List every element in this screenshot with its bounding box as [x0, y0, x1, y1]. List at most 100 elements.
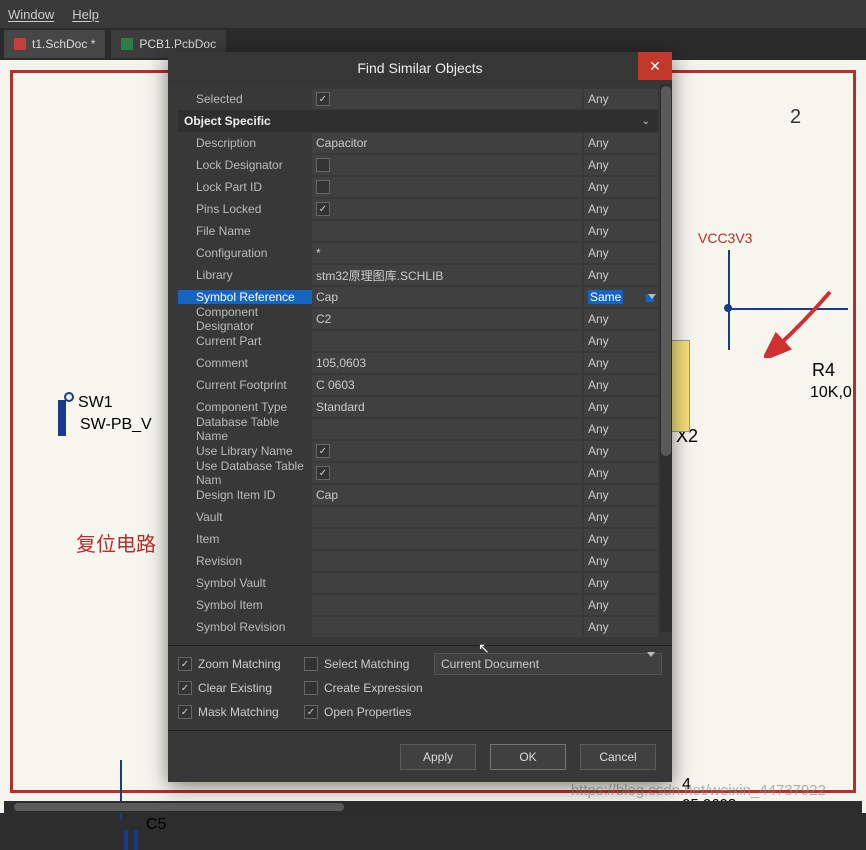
match-dropdown[interactable]: Any [584, 573, 658, 593]
property-value[interactable]: * [312, 243, 582, 263]
property-value[interactable] [312, 617, 582, 637]
match-dropdown[interactable]: Any [584, 397, 658, 417]
menu-window[interactable]: Window [8, 7, 54, 22]
property-row[interactable]: VaultAny [178, 506, 658, 528]
property-row[interactable]: Current PartAny [178, 330, 658, 352]
match-dropdown[interactable]: Any [584, 551, 658, 571]
property-value[interactable]: Capacitor [312, 133, 582, 153]
mask-matching-option[interactable]: Mask Matching [178, 705, 296, 719]
property-row[interactable]: Lock DesignatorAny [178, 154, 658, 176]
property-row[interactable]: ItemAny [178, 528, 658, 550]
match-dropdown[interactable]: Any [584, 485, 658, 505]
property-value[interactable]: Standard [312, 397, 582, 417]
clear-existing-option[interactable]: Clear Existing [178, 681, 296, 695]
property-row[interactable]: Database Table NameAny [178, 418, 658, 440]
property-value[interactable] [312, 441, 582, 461]
property-row[interactable]: SelectedAny [178, 88, 658, 110]
property-value[interactable] [312, 419, 582, 439]
match-dropdown[interactable]: Any [584, 441, 658, 461]
property-value[interactable]: Cap [312, 485, 582, 505]
property-row[interactable]: Pins LockedAny [178, 198, 658, 220]
property-value[interactable] [312, 463, 582, 483]
property-row[interactable]: RevisionAny [178, 550, 658, 572]
match-dropdown[interactable]: Any [584, 529, 658, 549]
match-dropdown[interactable]: Any [584, 89, 658, 109]
checkbox-icon[interactable] [304, 657, 318, 671]
property-value[interactable] [312, 221, 582, 241]
open-properties-option[interactable]: Open Properties [304, 705, 422, 719]
match-dropdown[interactable]: Any [584, 595, 658, 615]
property-row[interactable]: DescriptionCapacitorAny [178, 132, 658, 154]
property-value[interactable] [312, 595, 582, 615]
vertical-scrollbar[interactable] [660, 84, 672, 632]
checkbox-icon[interactable] [178, 705, 192, 719]
checkbox-icon[interactable] [316, 158, 330, 172]
match-dropdown[interactable]: Any [584, 221, 658, 241]
property-value[interactable] [312, 507, 582, 527]
checkbox-icon[interactable] [316, 444, 330, 458]
checkbox-icon[interactable] [304, 681, 318, 695]
property-grid[interactable]: SelectedAnyObject Specific⌄DescriptionCa… [168, 84, 672, 638]
property-value[interactable] [312, 551, 582, 571]
checkbox-icon[interactable] [316, 180, 330, 194]
property-value[interactable]: Cap [312, 287, 582, 307]
property-row[interactable]: Configuration*Any [178, 242, 658, 264]
checkbox-icon[interactable] [304, 705, 318, 719]
match-dropdown[interactable]: Any [584, 133, 658, 153]
checkbox-icon[interactable] [178, 657, 192, 671]
match-dropdown[interactable]: Any [584, 309, 658, 329]
horizontal-scrollbar[interactable] [4, 801, 862, 813]
property-value[interactable] [312, 529, 582, 549]
checkbox-icon[interactable] [178, 681, 192, 695]
property-value[interactable]: C 0603 [312, 375, 582, 395]
property-value[interactable] [312, 331, 582, 351]
match-dropdown[interactable]: Any [584, 265, 658, 285]
property-row[interactable]: Symbol ItemAny [178, 594, 658, 616]
scope-dropdown[interactable]: Current Document [434, 653, 662, 675]
select-matching-option[interactable]: Select Matching [304, 657, 422, 671]
property-row[interactable]: Comment105,0603Any [178, 352, 658, 374]
property-value[interactable] [312, 199, 582, 219]
property-value[interactable] [312, 177, 582, 197]
match-dropdown[interactable]: Same [584, 287, 658, 307]
cancel-button[interactable]: Cancel [580, 744, 656, 770]
match-dropdown[interactable]: Any [584, 199, 658, 219]
close-button[interactable]: ✕ [638, 52, 672, 80]
property-value[interactable] [312, 573, 582, 593]
match-dropdown[interactable]: Any [584, 507, 658, 527]
match-dropdown[interactable]: Any [584, 463, 658, 483]
menu-help[interactable]: Help [72, 7, 99, 22]
match-dropdown[interactable]: Any [584, 419, 658, 439]
property-row[interactable]: Symbol RevisionAny [178, 616, 658, 638]
property-row[interactable]: Librarystm32原理图库.SCHLIBAny [178, 264, 658, 286]
apply-button[interactable]: Apply [400, 744, 476, 770]
checkbox-icon[interactable] [316, 92, 330, 106]
match-dropdown[interactable]: Any [584, 617, 658, 637]
property-row[interactable]: File NameAny [178, 220, 658, 242]
tab-schdoc[interactable]: t1.SchDoc * [4, 30, 105, 58]
zoom-matching-option[interactable]: Zoom Matching [178, 657, 296, 671]
match-dropdown[interactable]: Any [584, 177, 658, 197]
property-value[interactable]: stm32原理图库.SCHLIB [312, 265, 582, 285]
property-row[interactable]: Component DesignatorC2Any [178, 308, 658, 330]
property-row[interactable]: Lock Part IDAny [178, 176, 658, 198]
property-value[interactable]: 105,0603 [312, 353, 582, 373]
match-dropdown[interactable]: Any [584, 243, 658, 263]
checkbox-icon[interactable] [316, 202, 330, 216]
create-expression-option[interactable]: Create Expression [304, 681, 423, 695]
property-value[interactable] [312, 89, 582, 109]
property-value[interactable]: C2 [312, 309, 582, 329]
property-row[interactable]: Current FootprintC 0603Any [178, 374, 658, 396]
dialog-title-bar[interactable]: Find Similar Objects ✕ [168, 52, 672, 84]
property-row[interactable]: Use Database Table NamAny [178, 462, 658, 484]
property-row[interactable]: Design Item IDCapAny [178, 484, 658, 506]
checkbox-icon[interactable] [316, 466, 330, 480]
ok-button[interactable]: OK [490, 744, 566, 770]
scrollbar-thumb[interactable] [661, 86, 671, 456]
match-dropdown[interactable]: Any [584, 375, 658, 395]
match-dropdown[interactable]: Any [584, 353, 658, 373]
match-dropdown[interactable]: Any [584, 155, 658, 175]
group-header-object-specific[interactable]: Object Specific⌄ [178, 110, 658, 132]
property-value[interactable] [312, 155, 582, 175]
property-row[interactable]: Symbol VaultAny [178, 572, 658, 594]
